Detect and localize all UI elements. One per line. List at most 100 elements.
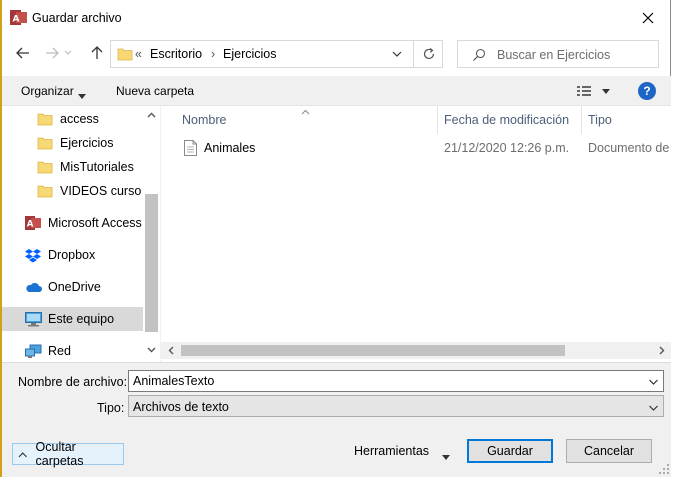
- chevron-down-icon[interactable]: [648, 375, 659, 389]
- sidebar-item-access[interactable]: access: [2, 107, 143, 131]
- folder-icon: [36, 183, 54, 199]
- new-folder-button[interactable]: Nueva carpeta: [116, 84, 194, 98]
- navigation-pane: access Ejercicios MisTutoriales VIDEOS c…: [2, 106, 159, 362]
- computer-icon: [24, 311, 42, 327]
- path-overflow[interactable]: «: [135, 47, 142, 61]
- chevron-up-icon[interactable]: [146, 110, 157, 121]
- organize-button[interactable]: Organizar: [21, 84, 74, 98]
- view-options-button[interactable]: [576, 84, 612, 98]
- close-button[interactable]: [631, 4, 665, 32]
- column-header-modified[interactable]: Fecha de modificación: [444, 106, 569, 134]
- sort-ascending-icon: [301, 106, 310, 118]
- filetype-select[interactable]: Archivos de texto: [128, 395, 664, 417]
- details-view-icon: [577, 86, 610, 96]
- address-bar[interactable]: « Escritorio › Ejercicios: [110, 40, 443, 68]
- file-list: Nombre Fecha de modificación Tipo Animal…: [160, 106, 671, 362]
- address-dropdown-button[interactable]: [387, 47, 407, 61]
- sidebar-item-red[interactable]: Red: [2, 339, 143, 362]
- column-header-name[interactable]: Nombre: [182, 106, 226, 134]
- sidebar-item-onedrive[interactable]: OneDrive: [2, 275, 143, 299]
- filetype-value: Archivos de texto: [133, 400, 229, 414]
- file-name: Animales: [204, 141, 256, 155]
- chevron-down-icon: [392, 51, 402, 57]
- chevron-left-icon[interactable]: [166, 345, 177, 356]
- file-modified: 21/12/2020 12:26 p.m.: [444, 141, 570, 155]
- file-list-scrollbar[interactable]: [161, 342, 671, 359]
- back-button[interactable]: [12, 42, 34, 64]
- table-row[interactable]: Animales 21/12/2020 12:26 p.m. Documento…: [161, 136, 671, 160]
- recent-locations-button[interactable]: [61, 42, 75, 64]
- hide-folders-label: Ocultar carpetas: [35, 440, 84, 468]
- sidebar-scroll-thumb[interactable]: [145, 194, 158, 332]
- save-button[interactable]: Guardar: [467, 439, 553, 463]
- up-button[interactable]: [86, 42, 108, 64]
- svg-text:A: A: [13, 15, 20, 25]
- search-box[interactable]: Buscar en Ejercicios: [457, 40, 659, 68]
- breadcrumb-ejercicios[interactable]: Ejercicios: [223, 47, 277, 61]
- dropbox-icon: [24, 247, 42, 263]
- arrow-right-icon: [46, 47, 59, 59]
- refresh-button[interactable]: [419, 45, 439, 63]
- sidebar-item-label: Ejercicios: [60, 136, 114, 150]
- folder-icon: [36, 159, 54, 175]
- onedrive-icon: [24, 279, 42, 295]
- chevron-down-icon[interactable]: [648, 401, 659, 415]
- title-bar: A Guardar archivo: [2, 0, 671, 34]
- chevron-down-icon: [64, 50, 72, 55]
- file-type: Documento de t: [588, 141, 671, 155]
- sidebar-item-mistutoriales[interactable]: MisTutoriales: [2, 155, 143, 179]
- filename-input[interactable]: [128, 370, 664, 392]
- folder-icon: [36, 135, 54, 151]
- sidebar-item-label: VIDEOS curso Ac: [60, 184, 143, 198]
- svg-text:A: A: [26, 220, 33, 230]
- folder-icon: [117, 47, 133, 64]
- sidebar-item-label: MisTutoriales: [60, 160, 134, 174]
- chevron-down-icon[interactable]: [146, 344, 157, 355]
- file-list-scroll-thumb[interactable]: [181, 345, 565, 356]
- help-button[interactable]: ?: [638, 82, 656, 100]
- arrow-left-icon: [16, 47, 29, 59]
- resize-grip-icon[interactable]: [658, 463, 670, 475]
- access-icon: A: [24, 215, 42, 231]
- folder-icon: [36, 111, 54, 127]
- command-bar: Organizar Nueva carpeta ?: [2, 76, 671, 106]
- tools-button[interactable]: Herramientas: [354, 444, 429, 458]
- caret-down-icon: [78, 88, 86, 102]
- sidebar-item-label: OneDrive: [48, 280, 101, 294]
- search-placeholder: Buscar en Ejercicios: [497, 48, 611, 62]
- sidebar-item-label: Red: [48, 344, 71, 358]
- sidebar-item-dropbox[interactable]: Dropbox: [2, 243, 143, 267]
- chevron-up-icon: [18, 451, 27, 457]
- breadcrumb-escritorio[interactable]: Escritorio: [150, 47, 202, 61]
- sidebar-item-microsoft-access[interactable]: A Microsoft Access: [2, 211, 143, 235]
- filename-label: Nombre de archivo:: [18, 375, 128, 389]
- network-icon: [24, 343, 42, 359]
- search-icon: [472, 48, 486, 65]
- chevron-right-icon[interactable]: [656, 345, 667, 356]
- arrow-up-icon: [91, 46, 103, 59]
- sidebar-item-videos[interactable]: VIDEOS curso Ac: [2, 179, 143, 203]
- sidebar-scrollbar[interactable]: [143, 106, 159, 362]
- window-title: Guardar archivo: [32, 11, 122, 25]
- filetype-label: Tipo:: [97, 401, 125, 415]
- sidebar-item-ejercicios[interactable]: Ejercicios: [2, 131, 143, 155]
- sidebar-item-este-equipo[interactable]: Este equipo: [2, 307, 143, 331]
- save-dialog: A Guardar archivo « Escritorio › Ejercic…: [2, 0, 671, 477]
- column-divider[interactable]: [437, 106, 438, 134]
- sidebar-item-label: Este equipo: [48, 312, 115, 326]
- text-file-icon: [184, 140, 197, 159]
- column-divider[interactable]: [581, 106, 582, 134]
- sidebar-item-label: Dropbox: [48, 248, 96, 262]
- address-divider: [413, 41, 414, 67]
- forward-button[interactable]: [41, 42, 63, 64]
- caret-down-icon[interactable]: [442, 449, 450, 463]
- cancel-button[interactable]: Cancelar: [566, 439, 652, 463]
- hide-folders-button[interactable]: Ocultar carpetas: [12, 440, 124, 468]
- refresh-icon: [423, 48, 435, 60]
- column-header-type[interactable]: Tipo: [588, 106, 612, 134]
- breadcrumb-separator: ›: [211, 47, 216, 61]
- sidebar-item-label: access: [60, 112, 99, 126]
- save-form: Nombre de archivo: Tipo: Archivos de tex…: [2, 362, 671, 477]
- access-app-icon: A: [10, 9, 27, 26]
- sidebar-item-label: Microsoft Access: [48, 216, 142, 230]
